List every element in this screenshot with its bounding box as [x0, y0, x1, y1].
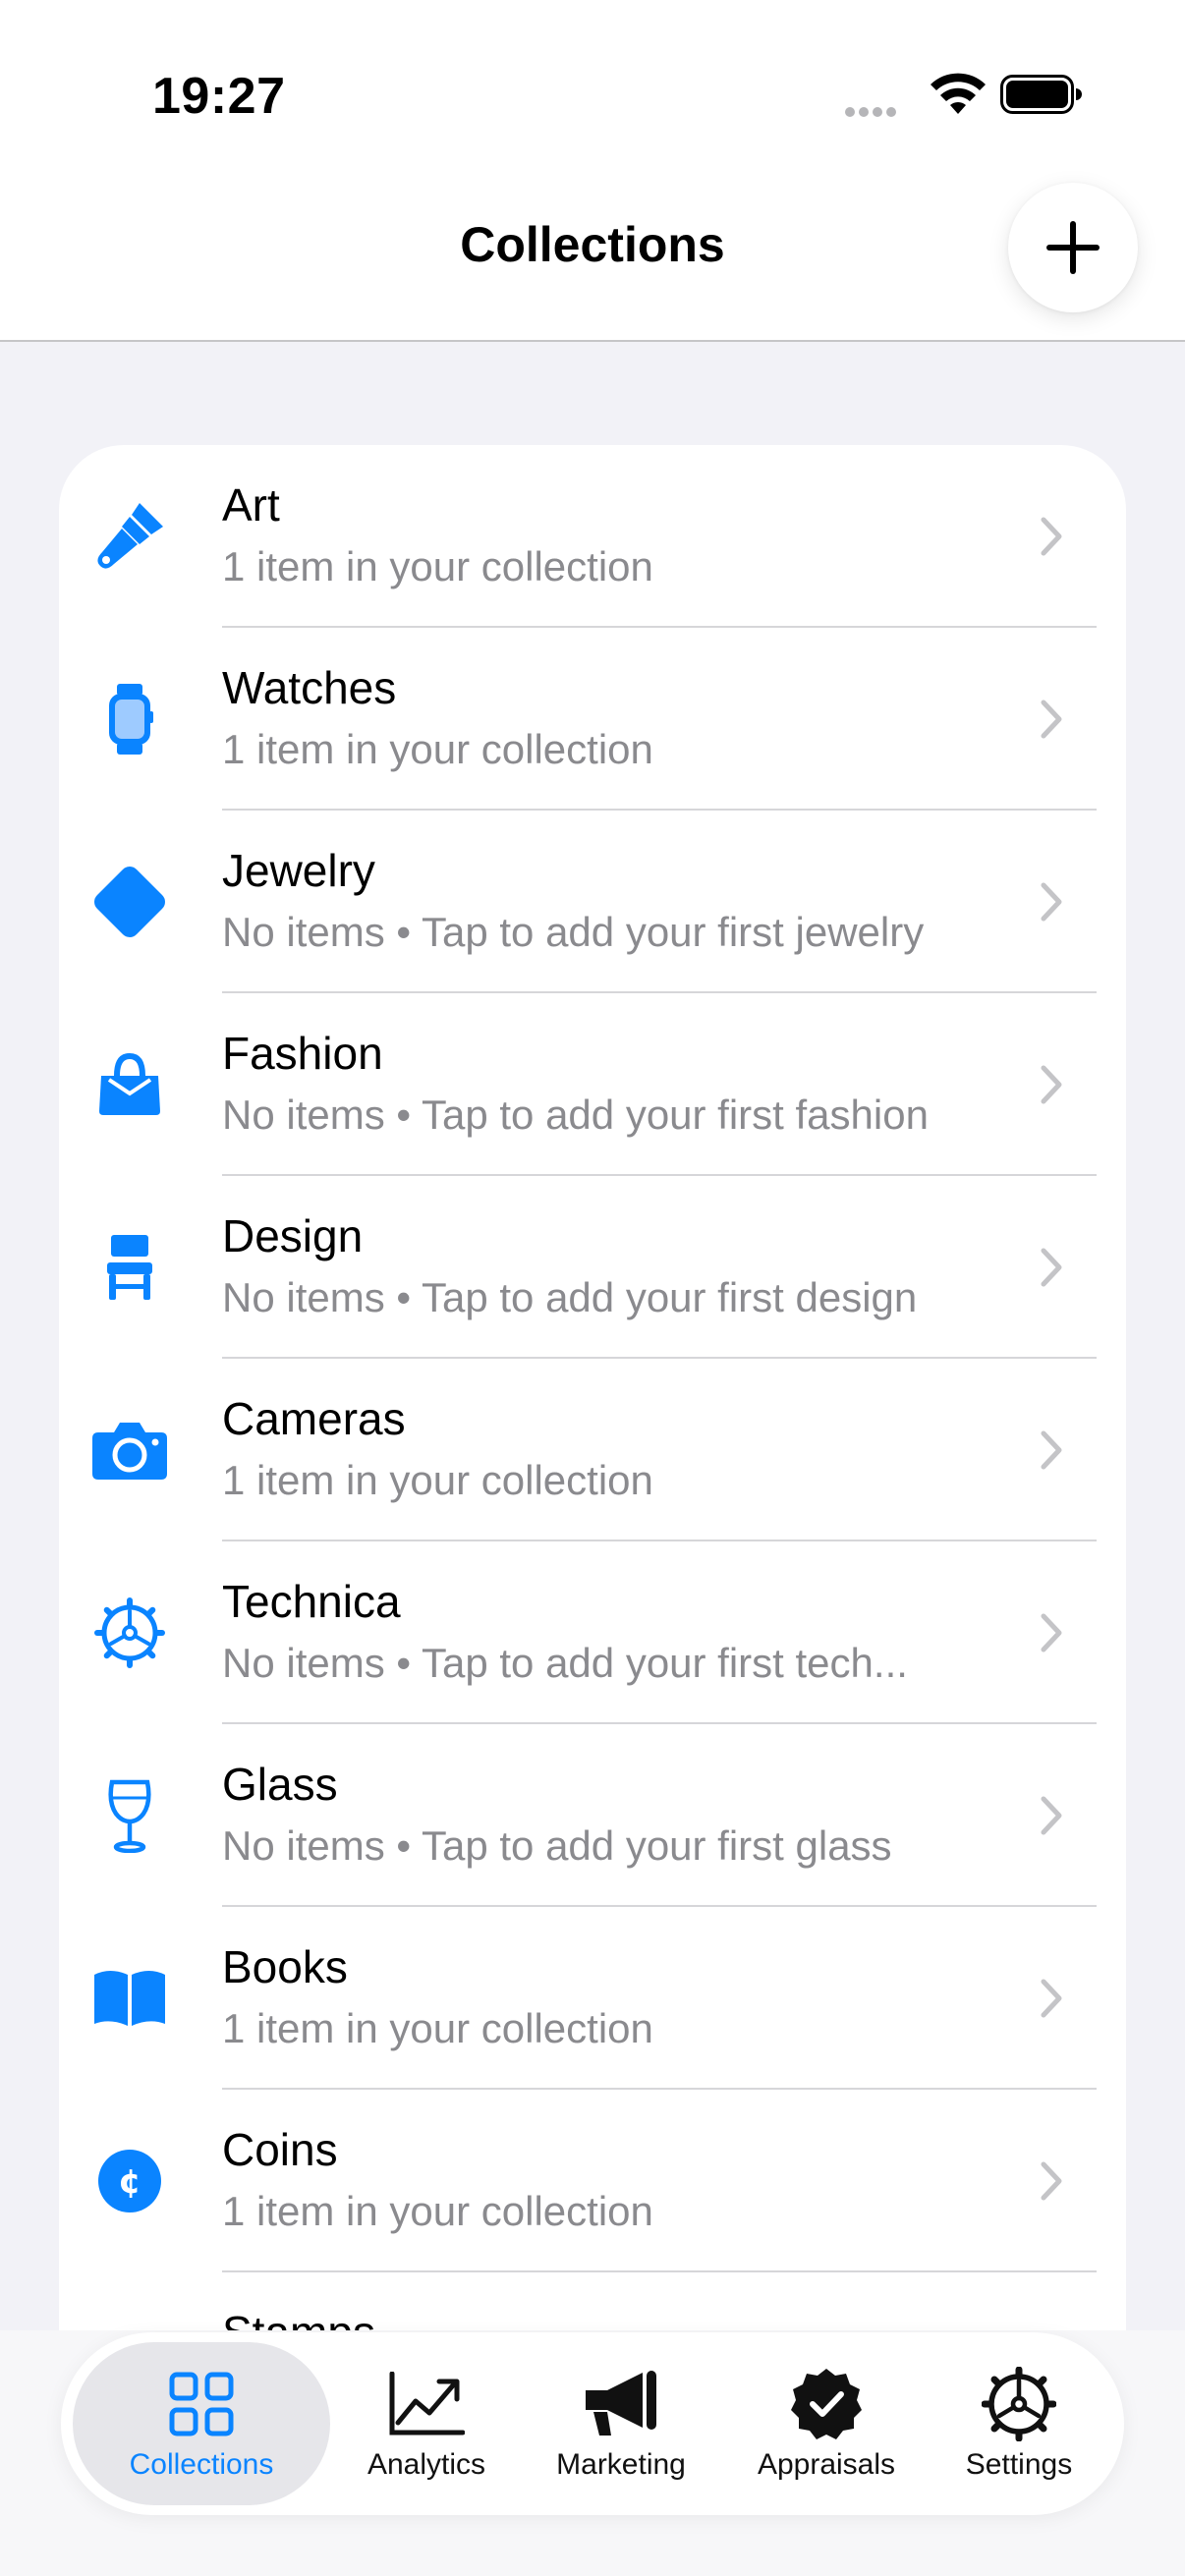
row-subtitle: 1 item in your collection	[222, 726, 653, 772]
tab-label: Settings	[965, 2448, 1073, 2481]
status-time: 19:27	[152, 68, 286, 125]
wineglass-icon	[86, 1776, 173, 1855]
status-icons	[845, 71, 1082, 122]
row-subtitle: 1 item in your collection	[222, 1457, 653, 1503]
row-title: Coins	[222, 2124, 338, 2175]
add-collection-button[interactable]	[1008, 183, 1138, 312]
row-subtitle: No items • Tap to add your first jewelry	[222, 909, 925, 955]
tab-collections[interactable]: Collections	[73, 2342, 330, 2505]
coin-icon: ¢	[86, 2142, 173, 2220]
chart-icon	[387, 2368, 466, 2440]
gear-icon	[980, 2367, 1058, 2441]
collection-row-books[interactable]: Books 1 item in your collection	[59, 1907, 1126, 2090]
row-title: Design	[222, 1210, 364, 1261]
signal-icon	[845, 104, 900, 122]
paintbrush-icon	[86, 497, 173, 576]
watch-icon	[86, 680, 173, 758]
chevron-right-icon	[1041, 2161, 1062, 2201]
row-title: Fashion	[222, 1028, 383, 1079]
row-subtitle: No items • Tap to add your first design	[222, 1274, 918, 1320]
row-subtitle: No items • Tap to add your first glass	[222, 1822, 892, 1869]
chevron-right-icon	[1041, 517, 1062, 556]
wifi-icon	[931, 73, 986, 114]
battery-icon	[1000, 75, 1082, 114]
collection-row-cameras[interactable]: Cameras 1 item in your collection	[59, 1359, 1126, 1541]
chevron-right-icon	[1041, 1979, 1062, 2018]
row-subtitle: No items • Tap to add your first fashion	[222, 1092, 929, 1138]
collection-row-technica[interactable]: Technica No items • Tap to add your firs…	[59, 1541, 1126, 1724]
diamond-icon	[86, 863, 173, 941]
plus-icon	[1046, 221, 1100, 274]
collection-row-coins[interactable]: ¢ Coins 1 item in your collection	[59, 2090, 1126, 2272]
collection-row-art[interactable]: Art 1 item in your collection	[59, 445, 1126, 628]
row-title: Technica	[222, 1576, 401, 1627]
chevron-right-icon	[1041, 882, 1062, 922]
collection-row-fashion[interactable]: Fashion No items • Tap to add your first…	[59, 993, 1126, 1176]
camera-icon	[86, 1411, 173, 1489]
row-title: Art	[222, 479, 280, 531]
top-bar: 19:27 Collections	[0, 0, 1185, 342]
chevron-right-icon	[1041, 1065, 1062, 1104]
chevron-right-icon	[1041, 1430, 1062, 1470]
chevron-right-icon	[1041, 1613, 1062, 1652]
tab-appraisals[interactable]: Appraisals	[725, 2342, 928, 2505]
chevron-right-icon	[1041, 1796, 1062, 1835]
tab-bar: Collections Analytics Marketing Appraisa…	[61, 2332, 1124, 2515]
row-title: Glass	[222, 1759, 338, 1810]
tab-label: Marketing	[556, 2448, 686, 2481]
row-subtitle: No items • Tap to add your first tech...	[222, 1640, 908, 1686]
tab-label: Analytics	[367, 2448, 486, 2481]
collection-row-design[interactable]: Design No items • Tap to add your first …	[59, 1176, 1126, 1359]
row-title: Jewelry	[222, 845, 375, 896]
gear-icon	[86, 1594, 173, 1672]
row-title: Watches	[222, 662, 397, 713]
megaphone-icon	[582, 2368, 660, 2440]
grid-icon	[162, 2368, 241, 2440]
row-subtitle: 1 item in your collection	[222, 2188, 653, 2234]
collection-row-jewelry[interactable]: Jewelry No items • Tap to add your first…	[59, 811, 1126, 993]
handbag-icon	[86, 1045, 173, 1124]
svg-text:¢: ¢	[118, 2162, 141, 2202]
row-subtitle: 1 item in your collection	[222, 543, 653, 589]
row-title: Books	[222, 1941, 348, 1992]
tab-marketing[interactable]: Marketing	[523, 2342, 719, 2505]
tab-analytics[interactable]: Analytics	[338, 2342, 515, 2505]
collection-row-glass[interactable]: Glass No items • Tap to add your first g…	[59, 1724, 1126, 1907]
checkmark-seal-icon	[787, 2368, 866, 2440]
tab-label: Appraisals	[757, 2448, 896, 2481]
chevron-right-icon	[1041, 700, 1062, 739]
chair-icon	[86, 1228, 173, 1307]
collections-list: Art 1 item in your collection Watches 1 …	[59, 445, 1126, 2576]
book-icon	[86, 1959, 173, 2038]
row-title: Cameras	[222, 1393, 406, 1444]
collection-row-watches[interactable]: Watches 1 item in your collection	[59, 628, 1126, 811]
chevron-right-icon	[1041, 1248, 1062, 1287]
row-subtitle: 1 item in your collection	[222, 2005, 653, 2051]
tab-settings[interactable]: Settings	[928, 2342, 1110, 2505]
tab-label: Collections	[129, 2448, 274, 2481]
